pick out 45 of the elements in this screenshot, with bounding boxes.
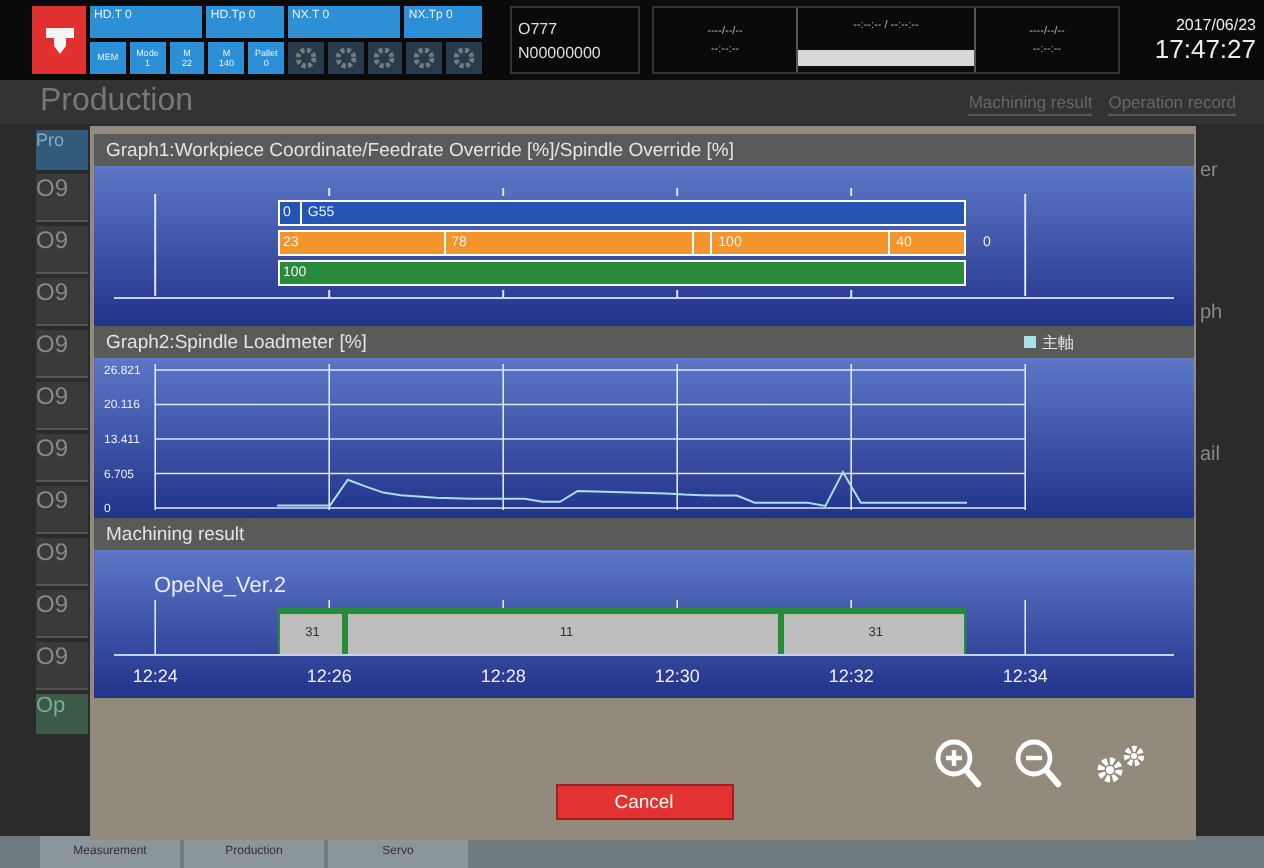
- gear-icon: [293, 46, 318, 70]
- operation-button[interactable]: Op: [36, 694, 88, 734]
- side-button[interactable]: ph: [1196, 302, 1264, 324]
- program-list-item[interactable]: O9: [36, 590, 88, 638]
- machine-logo[interactable]: [32, 6, 86, 74]
- time-label: 12:32: [828, 666, 874, 686]
- time-label: 12:24: [132, 666, 178, 686]
- settings-icon: [1094, 742, 1150, 786]
- time-label: 12:30: [654, 666, 700, 686]
- program-list-item[interactable]: O9: [36, 226, 88, 274]
- section-header: Machining result: [94, 518, 1194, 550]
- zoom-out-button[interactable]: [1014, 738, 1062, 790]
- section-header: Graph1:Workpiece Coordinate/Feedrate Override [%]/Spindle Override [%]: [94, 134, 1194, 166]
- spindle-icon: [43, 24, 75, 56]
- program-list-item[interactable]: O9: [36, 486, 88, 534]
- section-header: Graph2:Spindle Loadmeter [%]: [106, 331, 367, 353]
- clock-text: 17:47:27: [1154, 34, 1256, 64]
- program-list-item[interactable]: O9: [36, 330, 88, 378]
- zoom-in-button[interactable]: [934, 738, 982, 790]
- side-button[interactable]: er: [1196, 160, 1264, 182]
- sequence-number: N00000000: [518, 43, 603, 61]
- program-list-item[interactable]: O9: [36, 382, 88, 430]
- date-text: 2017/06/23: [1175, 16, 1256, 34]
- chart-legend: 主軸: [1024, 331, 1074, 353]
- gear-icon: [452, 46, 477, 70]
- gear-icon: [333, 46, 358, 70]
- settings-button[interactable]: [1094, 742, 1150, 786]
- list-header: Pro: [36, 130, 88, 170]
- program-name: OpeNe_Ver.2: [154, 574, 287, 598]
- zoom-out-icon: [1014, 738, 1062, 790]
- gear-icon: [412, 46, 437, 70]
- program-list-item[interactable]: O9: [36, 538, 88, 586]
- gear-icon: [372, 46, 397, 70]
- time-label: 12:26: [306, 666, 352, 686]
- time-label: 12:34: [1002, 666, 1048, 686]
- time-label: 12:28: [480, 666, 526, 686]
- page-title: Production: [40, 84, 193, 120]
- program-list-item[interactable]: O9: [36, 434, 88, 482]
- zoom-in-icon: [934, 738, 982, 790]
- side-button[interactable]: ail: [1196, 444, 1264, 466]
- program-number: O777: [518, 19, 560, 37]
- program-list-item[interactable]: O9: [36, 278, 88, 326]
- program-list-item[interactable]: O9: [36, 174, 88, 222]
- cancel-button[interactable]: Cancel: [555, 784, 733, 820]
- program-list-item[interactable]: O9: [36, 642, 88, 690]
